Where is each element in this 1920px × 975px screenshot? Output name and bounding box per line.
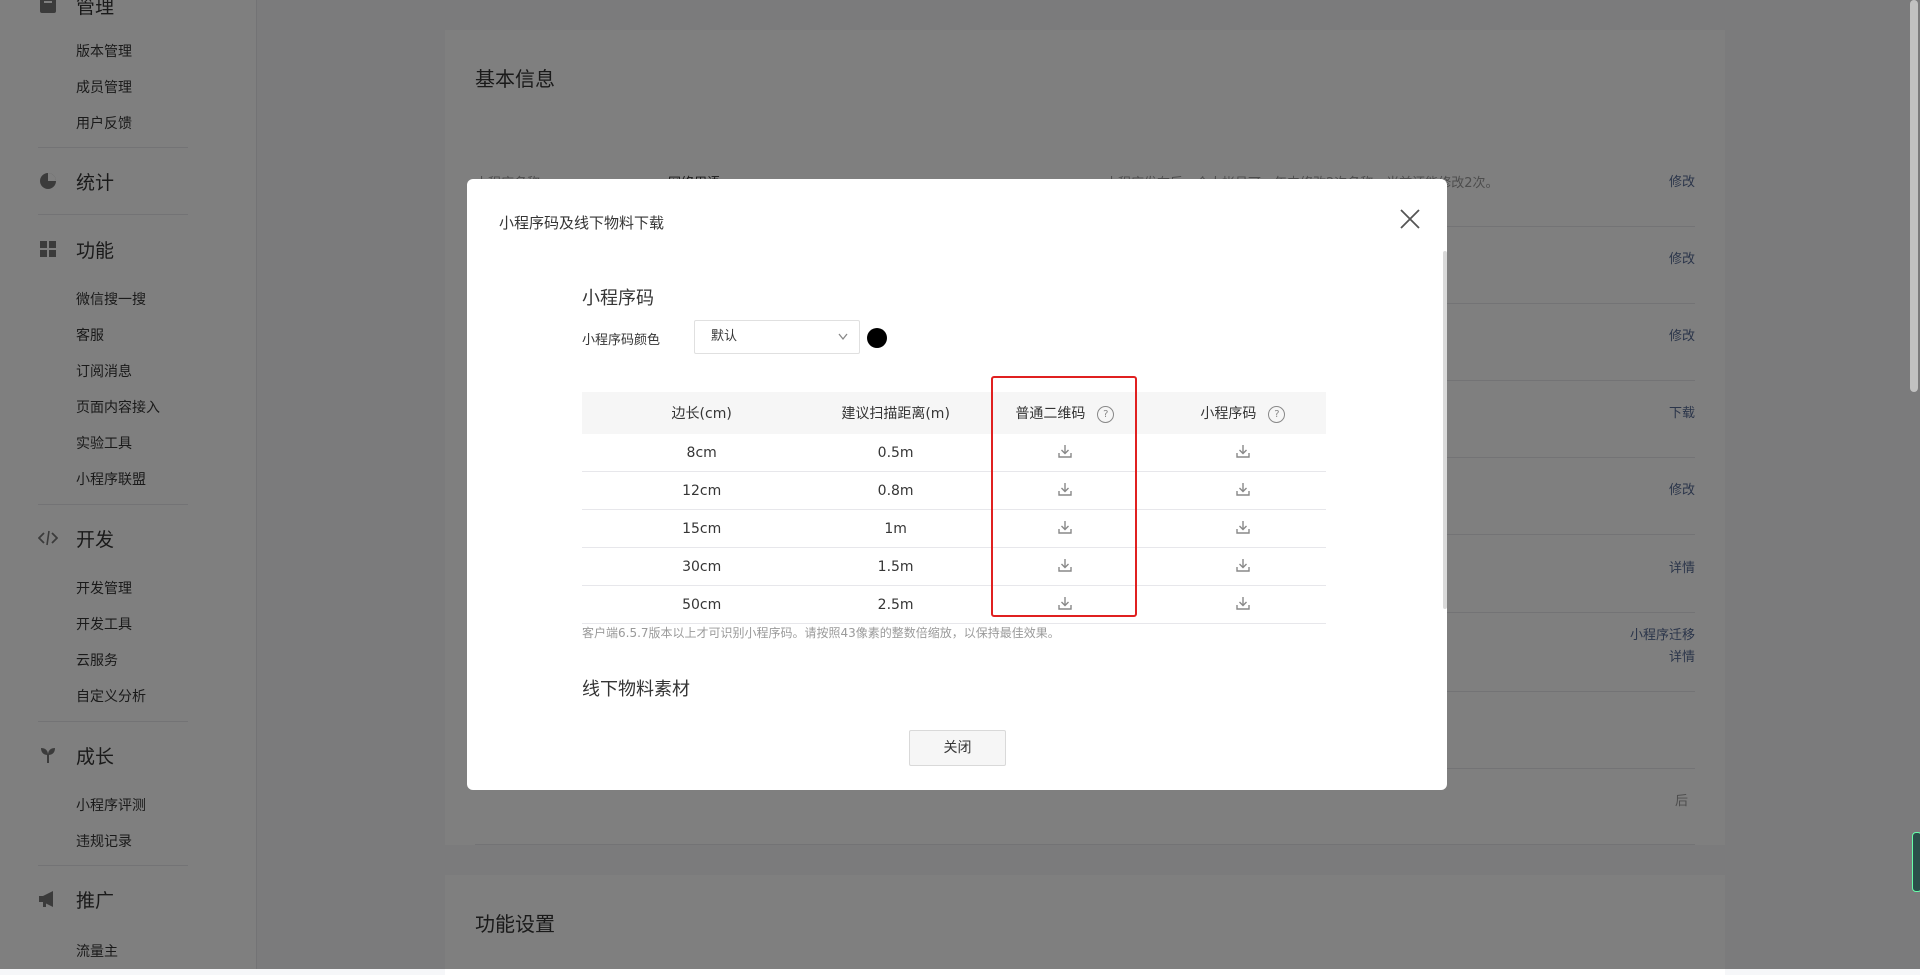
- cell-miniprogram-code: [1159, 471, 1326, 510]
- cell-size: 8cm: [582, 434, 822, 472]
- code-color-value: 默认: [711, 329, 738, 344]
- cell-distance: 0.5m: [821, 434, 970, 472]
- download-icon[interactable]: [1235, 443, 1251, 463]
- help-icon[interactable]: ?: [1268, 405, 1286, 423]
- cell-miniprogram-code: [1159, 434, 1326, 472]
- cell-size: 50cm: [582, 585, 822, 624]
- cell-distance: 2.5m: [821, 585, 970, 624]
- dialog-title: 小程序码及线下物料下载: [499, 214, 665, 232]
- download-icon[interactable]: [1235, 595, 1251, 615]
- column-header-label: 小程序码: [1200, 406, 1257, 422]
- cell-normal-qrcode: [969, 585, 1160, 624]
- column-header-size: 边长(cm): [582, 392, 822, 434]
- download-icon[interactable]: [1235, 557, 1251, 577]
- section-title-miniprogram-code: 小程序码: [582, 288, 654, 309]
- table-row: 15cm 1m: [582, 509, 1326, 548]
- dialog-scrollbar[interactable]: [1443, 251, 1447, 609]
- column-header-miniprogram-code: 小程序码?: [1159, 392, 1326, 434]
- table-row: 50cm 2.5m: [582, 585, 1326, 624]
- table-row: 30cm 1.5m: [582, 547, 1326, 586]
- column-header-distance: 建议扫描距离(m): [821, 392, 970, 434]
- cell-size: 15cm: [582, 509, 822, 548]
- cell-miniprogram-code: [1159, 585, 1326, 624]
- cell-distance: 0.8m: [821, 471, 970, 510]
- side-widget[interactable]: [1912, 832, 1920, 892]
- compat-tip: 客户端6.5.7版本以上才可识别小程序码。请按照43像素的整数倍缩放，以保持最佳…: [582, 626, 1060, 640]
- cell-miniprogram-code: [1159, 547, 1326, 586]
- cell-normal-qrcode: [969, 509, 1160, 548]
- table-row: 8cm 0.5m: [582, 434, 1326, 472]
- help-icon[interactable]: ?: [1097, 405, 1115, 423]
- page-scrollbar[interactable]: [1910, 0, 1918, 392]
- section-title-offline-materials: 线下物料素材: [582, 679, 690, 700]
- code-color-select[interactable]: 默认: [694, 320, 860, 354]
- qrcode-download-dialog: 小程序码及线下物料下载 小程序码 小程序码颜色 默认 边长(cm) 建议扫描距离…: [467, 179, 1447, 790]
- close-button[interactable]: 关闭: [909, 730, 1006, 766]
- chevron-down-icon: [837, 321, 849, 365]
- cell-size: 30cm: [582, 547, 822, 586]
- download-icon[interactable]: [1057, 519, 1073, 539]
- cell-distance: 1m: [821, 509, 970, 548]
- cell-normal-qrcode: [969, 471, 1160, 510]
- download-icon[interactable]: [1057, 557, 1073, 577]
- column-header-normal-qrcode: 普通二维码?: [969, 392, 1160, 434]
- qrcode-table: 边长(cm) 建议扫描距离(m) 普通二维码? 小程序码? 8cm 0.5m 12c…: [582, 392, 1326, 624]
- close-icon[interactable]: [1394, 203, 1426, 235]
- download-icon[interactable]: [1057, 481, 1073, 501]
- download-icon[interactable]: [1057, 595, 1073, 615]
- column-header-label: 普通二维码: [1015, 406, 1086, 422]
- table-row: 12cm 0.8m: [582, 471, 1326, 510]
- cell-normal-qrcode: [969, 434, 1160, 472]
- table-header-row: 边长(cm) 建议扫描距离(m) 普通二维码? 小程序码?: [582, 392, 1326, 434]
- cell-normal-qrcode: [969, 547, 1160, 586]
- download-icon[interactable]: [1235, 481, 1251, 501]
- download-icon[interactable]: [1235, 519, 1251, 539]
- cell-distance: 1.5m: [821, 547, 970, 586]
- code-color-label: 小程序码颜色: [582, 333, 661, 348]
- cell-size: 12cm: [582, 471, 822, 510]
- download-icon[interactable]: [1057, 443, 1073, 463]
- cell-miniprogram-code: [1159, 509, 1326, 548]
- color-swatch[interactable]: [867, 328, 887, 348]
